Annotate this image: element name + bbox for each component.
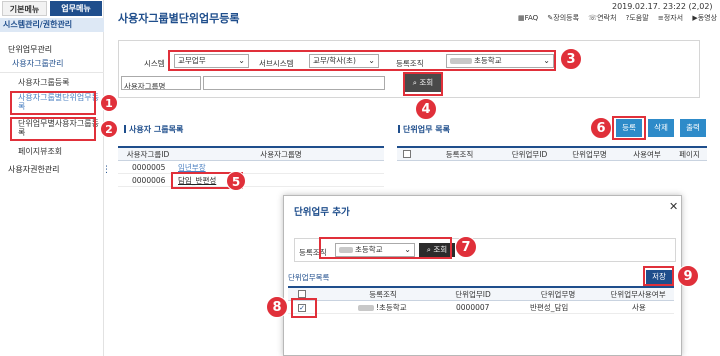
sidebar-item-unit-work[interactable]: 단위업무관리: [0, 44, 104, 55]
modal-title: 단위업무 추가: [294, 207, 350, 218]
page-title: 사용자그룹별단위업무등록: [118, 12, 240, 25]
sidebar-section-title: 시스템관리/권한관리: [0, 18, 104, 32]
callout-badge: 3: [560, 48, 582, 70]
header-links: ▦FAQ ✎장의등록 ☏연락처 ?도움말 ≡정자서 ▶동영상: [518, 13, 720, 23]
col-header[interactable]: 단위업무사용여부: [603, 288, 673, 301]
delete-button[interactable]: 삭제: [648, 119, 674, 137]
table-row[interactable]: 0000005 임년부장: [118, 162, 384, 174]
sidebar-item-user-group[interactable]: 사용자그룹관리: [0, 58, 104, 69]
row-id: 0000007: [456, 303, 490, 312]
modal-unit-work-table: 등록조직 단위업무ID 단위업무명 단위업무사용여부 ✓ !초등학교 00000…: [288, 286, 674, 346]
help-link[interactable]: ?도움말: [626, 14, 649, 22]
highlight-box: [403, 72, 443, 96]
sidebar-item-pageview[interactable]: 페이지뷰조회: [0, 146, 104, 157]
modal-list-title: 단위업무목록: [288, 273, 330, 282]
callout-badge: 1: [100, 94, 118, 112]
callout-badge: 6: [590, 117, 612, 139]
highlight-box: [168, 50, 556, 71]
col-header[interactable]: 등록조직: [427, 148, 492, 161]
close-icon[interactable]: ✕: [669, 200, 678, 213]
select-all-checkbox[interactable]: [403, 150, 411, 158]
divider: [0, 72, 104, 73]
tab-basic-menu[interactable]: 기본메뉴: [2, 1, 47, 16]
row-use: 사용: [632, 303, 646, 312]
system-label: 시스템: [144, 59, 165, 68]
group-id: 0000005: [132, 163, 166, 172]
highlight-box: [10, 117, 96, 141]
table-row[interactable]: 0000006 담임_반편성: [118, 175, 384, 187]
datetime: 2019.02.17. 23:22 (2,02): [612, 2, 713, 11]
unit-work-list-title: 단위업무 목록: [398, 124, 450, 135]
table-header: 등록조직 단위업무ID 단위업무명 사용여부 페이지: [397, 148, 707, 161]
contact-link[interactable]: ☏연락처: [588, 14, 616, 22]
col-header[interactable]: 사용여부: [627, 148, 667, 161]
callout-badge: 2: [100, 120, 118, 138]
select-all-checkbox[interactable]: [298, 290, 306, 298]
highlight-box: [643, 266, 674, 286]
group-name-input[interactable]: [203, 76, 385, 90]
user-group-list-title: 사용자 그룹목록: [124, 124, 183, 135]
callout-badge: 5: [226, 171, 246, 191]
col-header[interactable]: 단위업무ID: [502, 148, 557, 161]
highlight-box: [319, 237, 452, 259]
tab-work-menu[interactable]: 업무메뉴: [50, 1, 102, 16]
highlight-box: [612, 116, 646, 140]
table-row[interactable]: ✓ !초등학교 0000007 반편성_담임 사용: [288, 302, 674, 314]
row-org: !초등학교: [358, 302, 407, 314]
redacted-text: [358, 305, 374, 311]
row-name: 반편성_담임: [530, 303, 569, 312]
table-header: 사용자그룹ID 사용자그룹명: [118, 148, 384, 161]
manual-link[interactable]: ≡정자서: [658, 14, 683, 22]
table-header: 등록조직 단위업무ID 단위업무명 단위업무사용여부: [288, 288, 674, 301]
highlight-box: [10, 91, 96, 115]
register-link[interactable]: ✎장의등록: [547, 14, 579, 22]
sidebar: 기본메뉴 업무메뉴 시스템관리/권한관리 단위업무관리 사용자그룹관리 사용자그…: [0, 0, 104, 356]
col-header[interactable]: 페이지: [672, 148, 707, 161]
col-header[interactable]: 단위업무명: [562, 148, 617, 161]
video-link[interactable]: ▶동영상: [692, 14, 717, 22]
col-header[interactable]: 등록조직: [328, 288, 438, 301]
col-header[interactable]: 사용자그룹명: [178, 148, 384, 161]
col-header[interactable]: 단위업무명: [513, 288, 603, 301]
sidebar-item-user-permission[interactable]: 사용자권한관리: [0, 164, 104, 175]
print-button[interactable]: 출력: [680, 119, 706, 137]
sidebar-item-user-group-register[interactable]: 사용자그룹등록: [0, 77, 104, 88]
callout-badge: 9: [677, 265, 699, 287]
highlight-box: [291, 298, 317, 318]
faq-link[interactable]: ▦FAQ: [518, 14, 538, 22]
callout-badge: 7: [455, 236, 477, 258]
sidebar-resize-handle[interactable]: ⋮: [102, 166, 111, 175]
callout-badge: 8: [266, 296, 288, 318]
unit-work-table: 등록조직 단위업무ID 단위업무명 사용여부 페이지: [397, 146, 707, 196]
add-unit-work-modal: 단위업무 추가 ✕ 등록조직 초등학교 ⌄ ⌕ 조회 단위업무목록 저장 등록조직…: [283, 195, 682, 356]
group-name-label-box: [121, 76, 201, 90]
col-header[interactable]: 사용자그룹ID: [118, 148, 178, 161]
group-id: 0000006: [132, 176, 166, 185]
callout-badge: 4: [415, 98, 437, 120]
col-header[interactable]: 단위업무ID: [438, 288, 508, 301]
